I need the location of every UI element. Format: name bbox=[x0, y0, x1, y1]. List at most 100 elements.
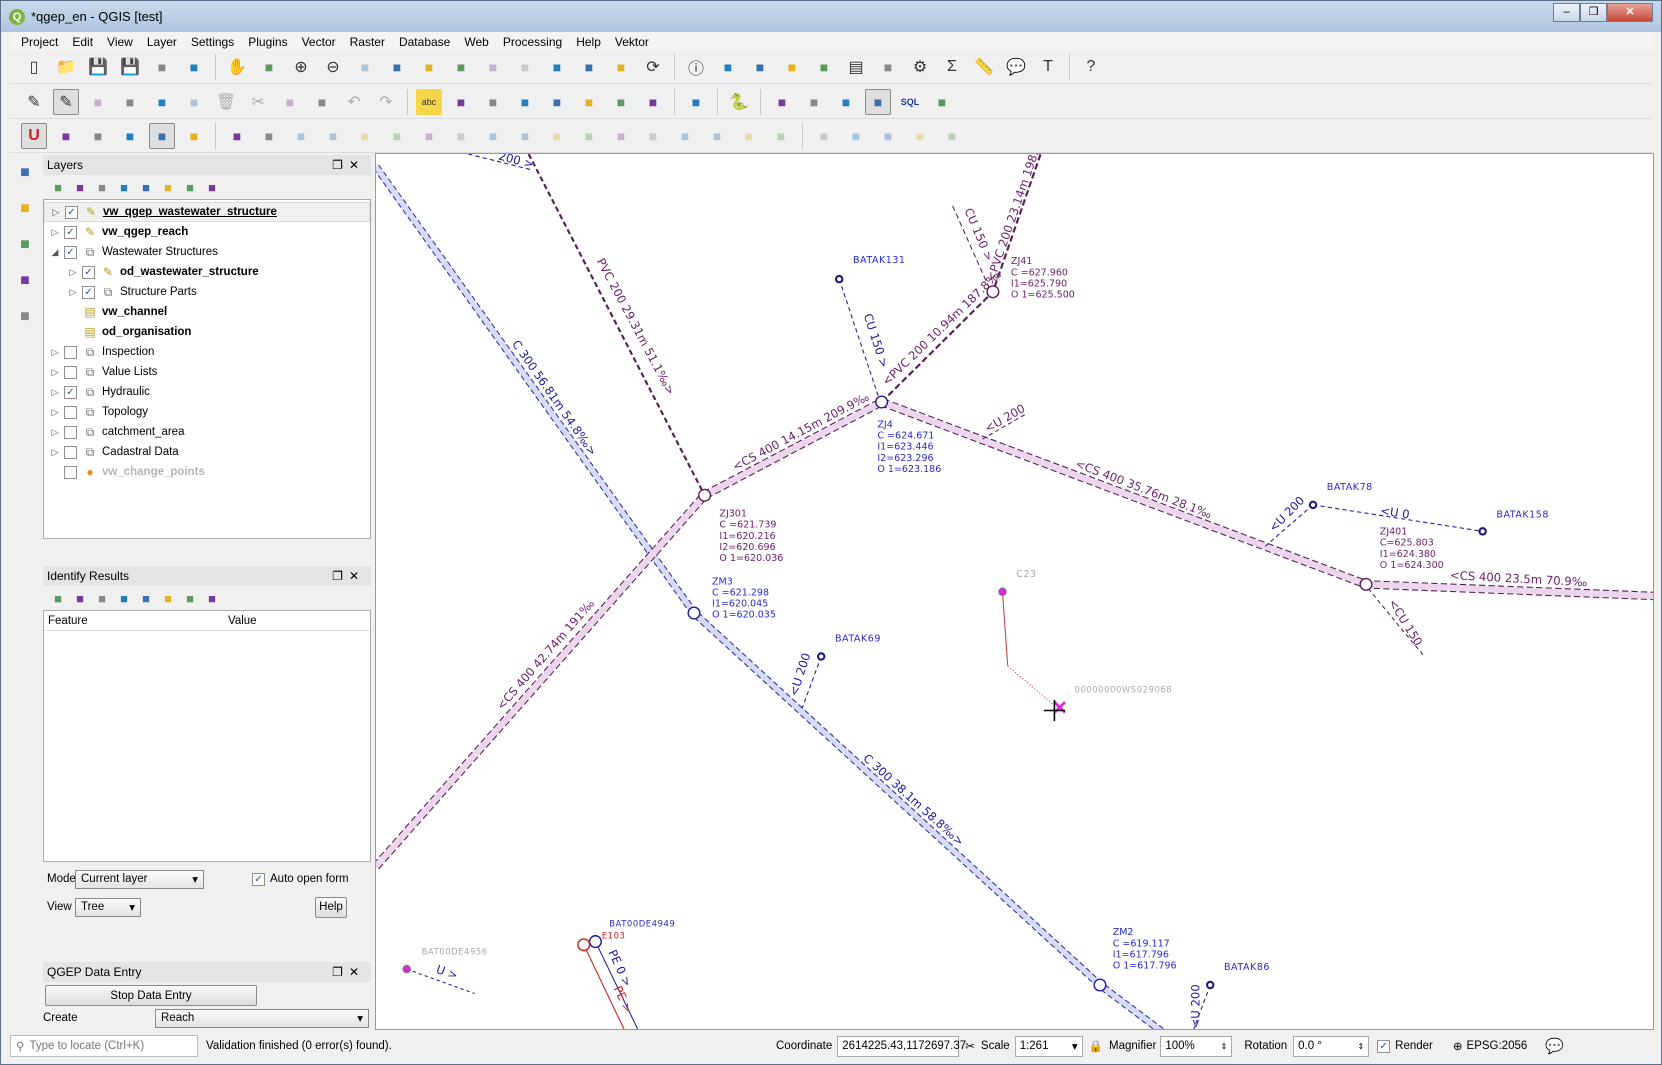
menu-processing[interactable]: Processing bbox=[496, 35, 569, 49]
open-project-icon[interactable]: 📁 bbox=[53, 54, 79, 80]
qgep-upstream-icon[interactable]: ■ bbox=[833, 89, 859, 115]
point-batak86[interactable] bbox=[1205, 980, 1215, 990]
refresh-icon[interactable]: ⟳ bbox=[640, 54, 666, 80]
paste-features-icon[interactable]: ■ bbox=[309, 89, 335, 115]
close-icon[interactable]: ✕ bbox=[349, 569, 365, 583]
float-icon[interactable]: ❐ bbox=[332, 158, 349, 172]
style-manager-icon[interactable]: ■ bbox=[49, 178, 67, 196]
expand-arrow-icon[interactable]: ▷ bbox=[48, 447, 62, 458]
layer-visibility-checkbox[interactable]: ✓ bbox=[64, 245, 77, 259]
new-print-layout-icon[interactable]: ■ bbox=[149, 54, 175, 80]
diagram-icon[interactable]: ■ bbox=[448, 89, 474, 115]
print-icon[interactable]: ■ bbox=[181, 589, 199, 607]
layer-visibility-checkbox[interactable] bbox=[64, 365, 77, 379]
scale-select[interactable]: 1:261 ▾ bbox=[1014, 1035, 1083, 1057]
layout-manager-icon[interactable]: ■ bbox=[181, 54, 207, 80]
move-label-icon[interactable]: ■ bbox=[576, 89, 602, 115]
python-console-icon[interactable]: 🐍 bbox=[726, 89, 752, 115]
point-batak69[interactable] bbox=[816, 652, 826, 661]
layer-visibility-checkbox[interactable] bbox=[64, 345, 77, 359]
layer-item[interactable]: ▷ ✓ ✎ vw_qgep_reach bbox=[44, 222, 370, 242]
reach-c23-dotted[interactable] bbox=[1007, 665, 1057, 708]
layer-visibility-checkbox[interactable]: ✓ bbox=[82, 285, 95, 299]
expand-tree-icon[interactable]: ■ bbox=[49, 589, 67, 607]
regular-polygon-icon[interactable]: ■ bbox=[939, 123, 965, 149]
manhole-zj4[interactable] bbox=[875, 395, 889, 409]
layer-item[interactable]: ▷ ⧉ Inspection bbox=[44, 342, 370, 362]
layer-item[interactable]: ▷ ✓ ⧉ Structure Parts bbox=[44, 282, 370, 302]
save-project-icon[interactable]: 💾 bbox=[85, 54, 111, 80]
digitize-pencil-menu-icon[interactable]: ✎ bbox=[21, 89, 47, 115]
split-parts-icon[interactable]: ■ bbox=[256, 123, 282, 149]
menu-raster[interactable]: Raster bbox=[343, 35, 392, 49]
manage-visibility-icon[interactable]: ■ bbox=[93, 178, 111, 196]
map-tips-icon[interactable]: 💬 bbox=[1003, 54, 1029, 80]
auto-open-checkbox[interactable]: ✓ bbox=[252, 872, 265, 886]
show-spatial-bookmarks-icon[interactable]: ■ bbox=[608, 54, 634, 80]
menu-settings[interactable]: Settings bbox=[184, 35, 241, 49]
expand-arrow-icon[interactable]: ▷ bbox=[48, 367, 62, 378]
float-icon[interactable]: ❐ bbox=[332, 965, 349, 979]
select-by-expression-icon[interactable]: ■ bbox=[779, 54, 805, 80]
copy-feature-icon[interactable]: ■ bbox=[159, 589, 177, 607]
qgep-profile-icon[interactable]: ■ bbox=[769, 89, 795, 115]
filter-legend-icon[interactable]: ■ bbox=[115, 178, 133, 196]
manhole-zj41[interactable] bbox=[986, 285, 1000, 299]
zoom-next-icon[interactable]: ■ bbox=[512, 54, 538, 80]
delete-ring-icon[interactable]: ■ bbox=[448, 123, 474, 149]
expand-all-icon[interactable]: ■ bbox=[71, 589, 89, 607]
point-bat4956[interactable] bbox=[402, 964, 411, 974]
menu-project[interactable]: Project bbox=[14, 35, 65, 49]
label-abc-icon[interactable]: abc bbox=[416, 88, 442, 115]
vertex-tool-icon[interactable]: ■ bbox=[149, 89, 175, 115]
rotation-spinbox[interactable]: 0.0 ° ⇕ bbox=[1293, 1035, 1370, 1057]
filter-by-expression-icon[interactable]: ■ bbox=[137, 178, 155, 196]
render-checkbox[interactable]: ✓ bbox=[1377, 1039, 1391, 1053]
expand-arrow-icon[interactable]: ▷ bbox=[48, 347, 62, 358]
reach-c23[interactable] bbox=[1001, 591, 1009, 667]
mode-select[interactable]: Current layer ▾ bbox=[75, 869, 204, 889]
show-hide-labels-icon[interactable]: ■ bbox=[512, 89, 538, 115]
save-edits-icon[interactable]: ■ bbox=[85, 89, 111, 115]
point-batak131[interactable] bbox=[834, 274, 844, 284]
manhole-zm2[interactable] bbox=[1093, 978, 1107, 992]
snapping-magnet-icon[interactable]: U bbox=[21, 122, 47, 149]
point-batak158[interactable] bbox=[1478, 527, 1487, 536]
vertex-editor-icon[interactable]: ■ bbox=[768, 123, 794, 149]
expand-new-icon[interactable]: ■ bbox=[115, 589, 133, 607]
expand-arrow-icon[interactable]: ▷ bbox=[48, 387, 62, 398]
expand-arrow-icon[interactable]: ▷ bbox=[48, 407, 62, 418]
modify-attributes-icon[interactable]: ■ bbox=[181, 89, 207, 115]
offset-curve-icon[interactable]: ■ bbox=[576, 123, 602, 149]
metasearch-icon[interactable]: ■ bbox=[683, 89, 709, 115]
delete-selected-icon[interactable]: 🗑 bbox=[213, 89, 239, 115]
rotate-label-icon[interactable]: ■ bbox=[608, 89, 634, 115]
layer-item[interactable]: ● vw_change_points bbox=[44, 462, 370, 482]
maximize-button[interactable]: ❐ bbox=[1580, 3, 1607, 22]
menu-help[interactable]: Help bbox=[569, 35, 608, 49]
reshape-ring-icon[interactable]: ■ bbox=[672, 123, 698, 149]
value-column-header[interactable]: Value bbox=[224, 615, 257, 627]
add-layer-icon[interactable]: ■ bbox=[12, 160, 38, 186]
expand-all-icon[interactable]: ■ bbox=[159, 178, 177, 196]
manhole-e103[interactable] bbox=[577, 938, 591, 952]
help-button[interactable]: Help bbox=[315, 896, 347, 918]
zoom-full-icon[interactable]: ■ bbox=[384, 54, 410, 80]
expand-arrow-icon[interactable]: ▷ bbox=[66, 267, 80, 278]
help-icon[interactable]: ? bbox=[1078, 54, 1104, 80]
layer-visibility-checkbox[interactable] bbox=[64, 445, 77, 459]
menu-vector[interactable]: Vector bbox=[295, 35, 343, 49]
circle-icon[interactable]: ■ bbox=[843, 123, 869, 149]
zoom-native-icon[interactable]: ■ bbox=[352, 54, 378, 80]
menu-web[interactable]: Web bbox=[457, 35, 495, 49]
rotate-symbols-icon[interactable]: ■ bbox=[384, 123, 410, 149]
expand-arrow-icon[interactable]: ▷ bbox=[48, 227, 62, 238]
close-icon[interactable]: ✕ bbox=[349, 965, 365, 979]
topological-editing-icon[interactable]: ■ bbox=[85, 123, 111, 149]
collapse-all-icon[interactable]: ■ bbox=[181, 178, 199, 196]
messages-icon[interactable]: 💬 bbox=[1545, 1037, 1564, 1055]
select-features-icon[interactable]: ■ bbox=[747, 54, 773, 80]
add-wms-icon[interactable]: ■ bbox=[12, 196, 38, 222]
simplify-icon[interactable]: ■ bbox=[608, 123, 634, 149]
new-project-icon[interactable]: ▯ bbox=[21, 54, 47, 80]
